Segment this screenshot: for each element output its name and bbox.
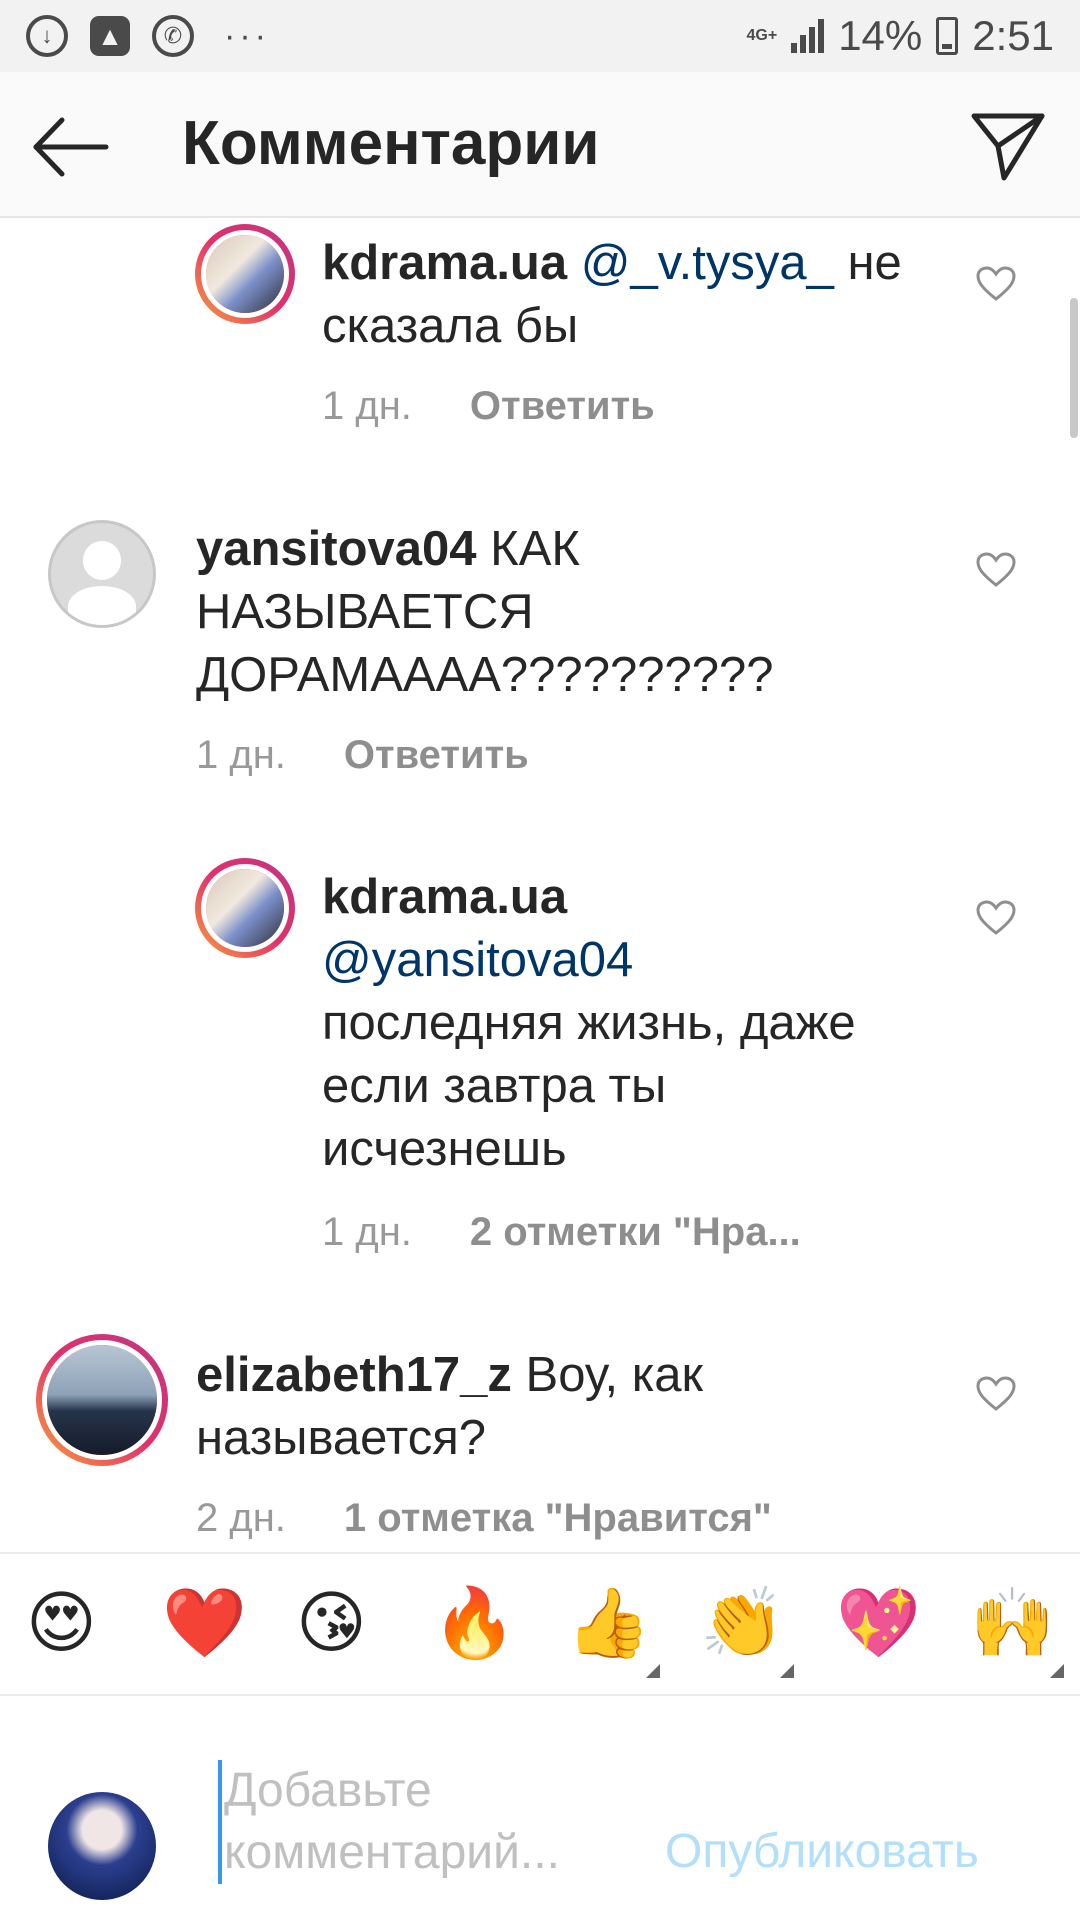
comment-text: elizabeth17_z Воу, как называется?: [196, 1344, 836, 1470]
comment-username[interactable]: yansitova04: [196, 522, 477, 576]
reply-button[interactable]: Ответить: [344, 733, 529, 778]
comment-meta: 1 дн. Ответить: [322, 384, 655, 429]
like-heart-icon[interactable]: [976, 1376, 1016, 1412]
comment-username[interactable]: elizabeth17_z: [196, 1348, 512, 1402]
avatar[interactable]: [195, 224, 295, 324]
emoji-kissing-face[interactable]: 😘: [296, 1586, 367, 1662]
comment-username[interactable]: kdrama.ua: [322, 870, 567, 924]
comment-meta: 1 дн. Ответить: [196, 733, 529, 778]
comment-input[interactable]: Добавьте комментарий...: [218, 1760, 644, 1884]
overflow-dots: ···: [224, 16, 270, 55]
battery-percent: 14%: [838, 12, 923, 59]
skin-tone-indicator: [646, 1664, 660, 1678]
own-avatar: [48, 1792, 156, 1900]
emoji-thumbs-up[interactable]: 👍: [566, 1586, 651, 1662]
likes-count-button[interactable]: 1 отметка "Нравится": [344, 1496, 772, 1541]
skin-tone-indicator: [780, 1664, 794, 1678]
skin-tone-indicator: [1050, 1664, 1064, 1678]
status-bar: ↓ ▲ ✆ ··· 4G+ 14% 2:51: [0, 0, 1080, 72]
like-heart-icon[interactable]: [976, 900, 1016, 936]
publish-button[interactable]: Опубликовать: [665, 1824, 979, 1879]
app-header: Комментарии: [0, 72, 1080, 218]
network-type: 4G+: [746, 27, 778, 44]
emoji-quick-bar: 😍 ❤️ 😘 🔥 👍 👏 💖 🙌: [0, 1552, 1080, 1696]
comment-text: kdrama.ua @_v.tysya_ не сказала бы: [322, 232, 962, 358]
comment-body: последняя жизнь, даже если завтра ты исч…: [322, 996, 856, 1176]
emoji-raised-hands[interactable]: 🙌: [970, 1586, 1055, 1662]
reply-button[interactable]: Ответить: [470, 384, 655, 429]
comment-meta: 2 дн. 1 отметка "Нравится": [196, 1496, 772, 1541]
signal-icon: [791, 19, 825, 53]
emoji-clapping[interactable]: 👏: [700, 1586, 785, 1662]
avatar[interactable]: [48, 520, 156, 628]
emoji-heart-eyes[interactable]: 😍: [26, 1586, 97, 1662]
back-arrow-icon[interactable]: [30, 112, 110, 182]
comment-time: 1 дн.: [322, 1210, 412, 1254]
comment-meta: 1 дн. 2 отметки "Нра...: [322, 1210, 801, 1255]
comment-mention[interactable]: @yansitova04: [322, 933, 633, 987]
comment-mention[interactable]: @_v.tysya_: [581, 236, 834, 290]
comment-text: kdrama.ua @yansitova04 последняя жизнь, …: [322, 866, 882, 1181]
likes-count-button[interactable]: 2 отметки "Нра...: [470, 1210, 801, 1255]
battery-icon: [936, 17, 959, 55]
download-icon: ↓: [26, 15, 68, 57]
comment-time: 2 дн.: [196, 1496, 286, 1540]
comment-composer: Добавьте комментарий... Опубликовать: [0, 1696, 1080, 1920]
page-title: Комментарии: [182, 109, 600, 178]
whatsapp-icon: ✆: [152, 15, 194, 57]
emoji-sparkling-heart[interactable]: 💖: [836, 1586, 921, 1662]
emoji-red-heart[interactable]: ❤️: [162, 1586, 247, 1662]
comment-time: 1 дн.: [196, 733, 286, 777]
like-heart-icon[interactable]: [976, 552, 1016, 588]
like-heart-icon[interactable]: [976, 266, 1016, 302]
scrollbar[interactable]: [1070, 298, 1078, 438]
comment-username[interactable]: kdrama.ua: [322, 236, 567, 290]
emoji-fire[interactable]: 🔥: [432, 1586, 517, 1662]
avatar[interactable]: [36, 1334, 168, 1466]
comment-time: 1 дн.: [322, 384, 412, 428]
avatar[interactable]: [195, 858, 295, 958]
comment-text: yansitova04 КАК НАЗЫВАЕТСЯ ДОРАМАААА????…: [196, 518, 836, 707]
clock: 2:51: [972, 12, 1054, 59]
paper-plane-icon[interactable]: [968, 106, 1048, 186]
image-icon: ▲: [90, 16, 130, 56]
